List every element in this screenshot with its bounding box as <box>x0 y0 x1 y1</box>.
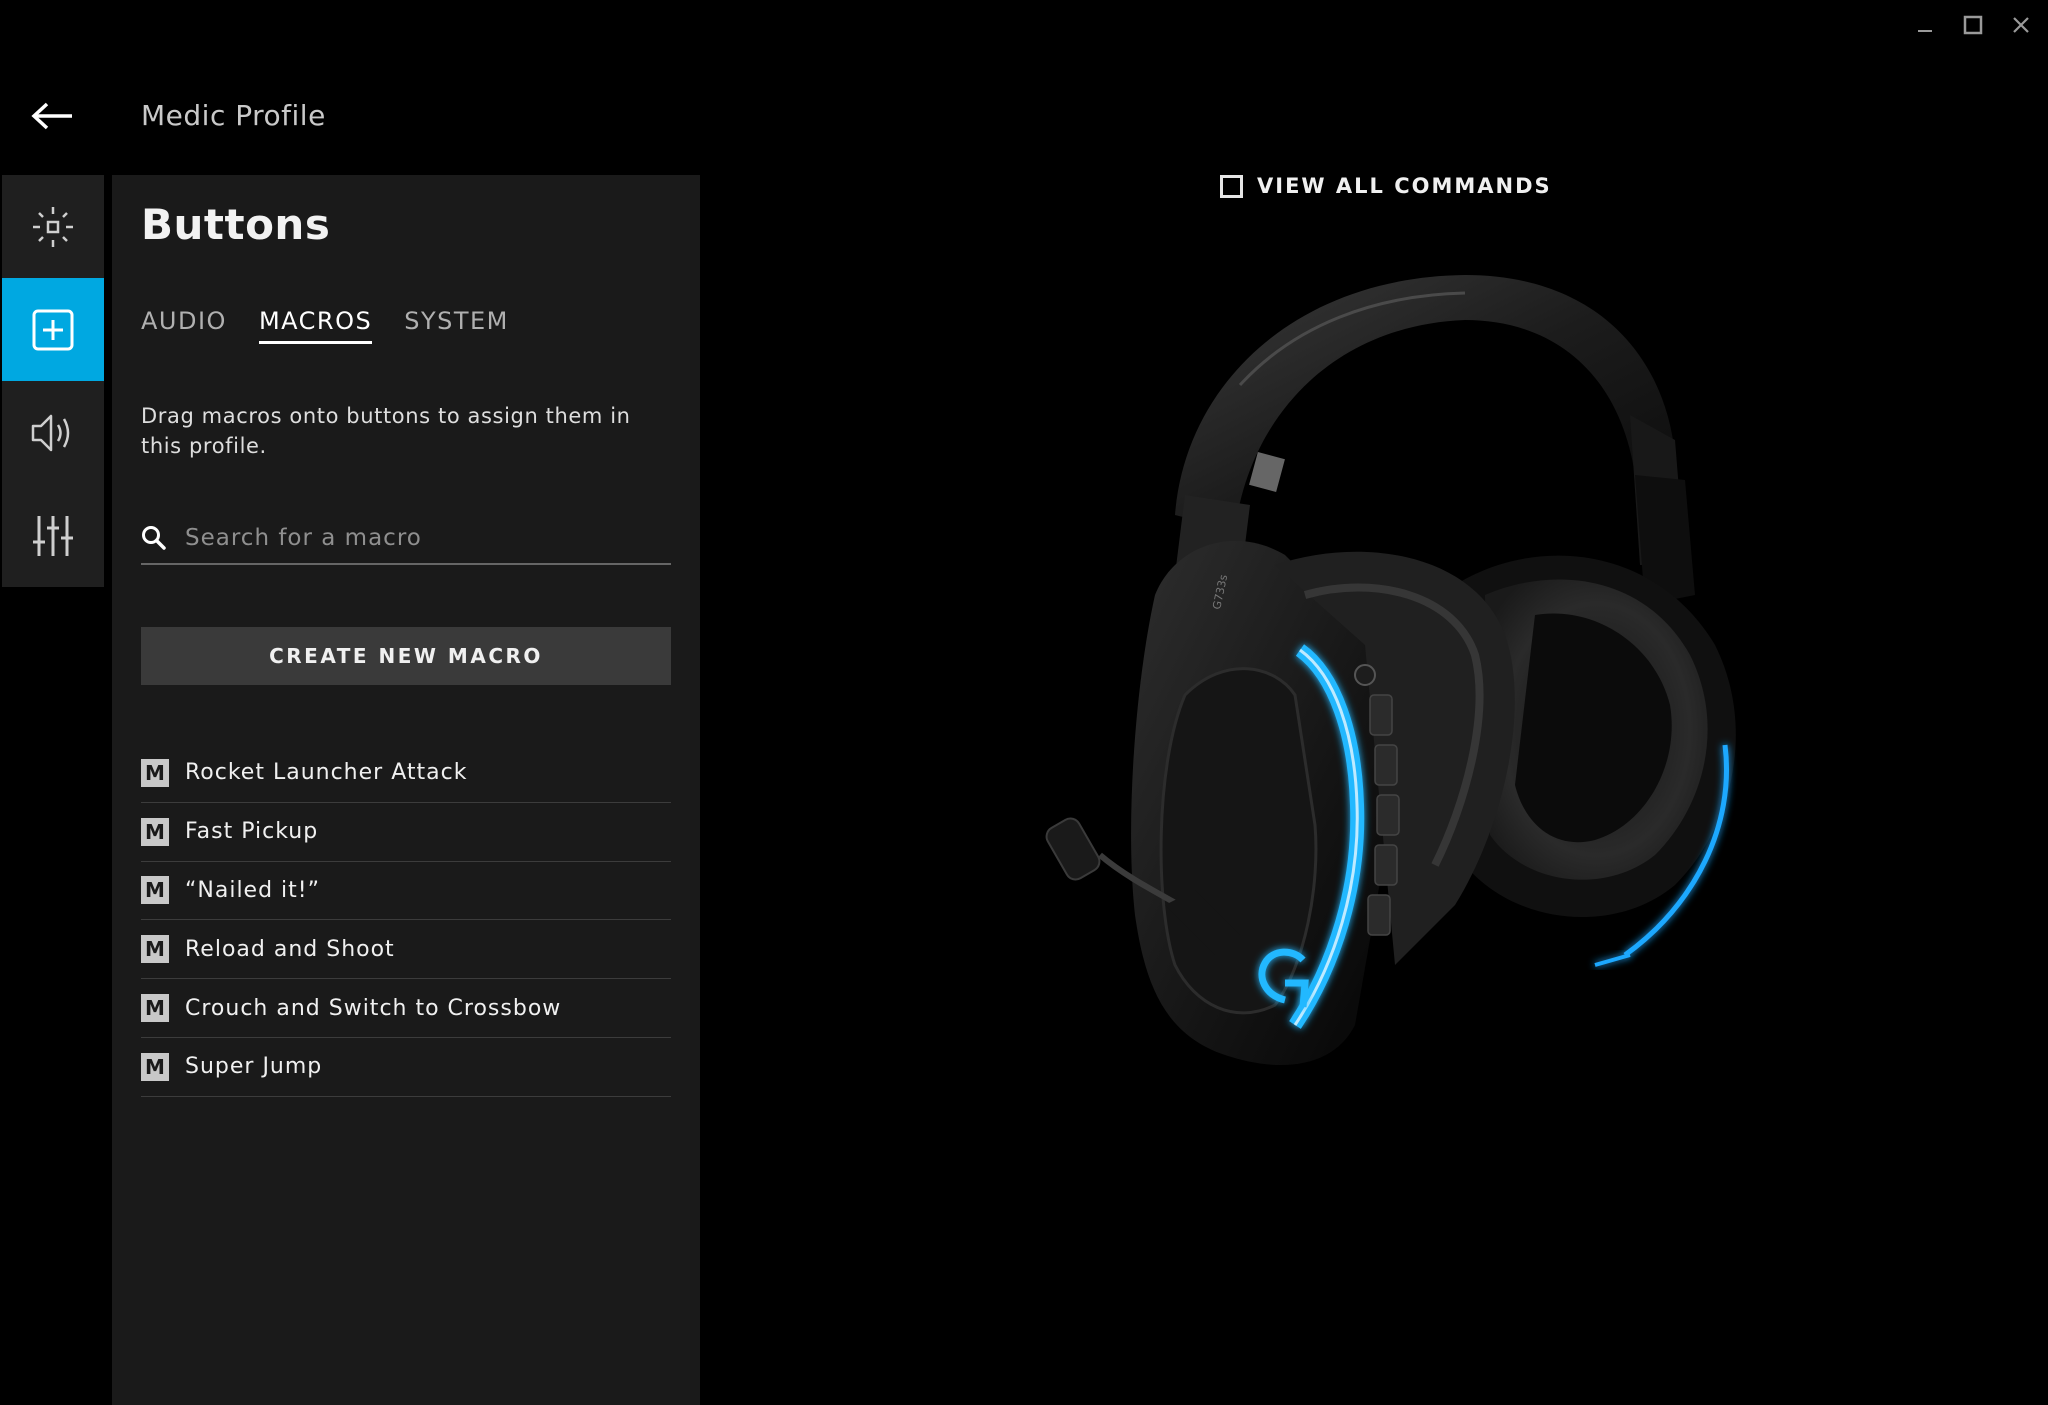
tab-system[interactable]: SYSTEM <box>404 307 509 344</box>
macro-label: Rocket Launcher Attack <box>185 760 468 786</box>
feature-rail <box>2 175 104 587</box>
macro-list: M Rocket Launcher Attack M Fast Pickup M… <box>141 744 671 1097</box>
macro-label: Reload and Shoot <box>185 936 395 962</box>
macro-item[interactable]: M “Nailed it!” <box>141 862 671 921</box>
profile-title: Medic Profile <box>141 99 326 132</box>
tab-macros[interactable]: MACROS <box>258 307 373 344</box>
window-controls <box>1908 8 2038 42</box>
macro-label: Super Jump <box>185 1054 323 1080</box>
speaker-icon <box>31 414 70 451</box>
macro-item[interactable]: M Fast Pickup <box>141 803 671 862</box>
rail-item-equalizer[interactable] <box>2 484 104 587</box>
lighting-sun-icon <box>33 206 73 247</box>
macro-item[interactable]: M Crouch and Switch to Crossbow <box>141 979 671 1038</box>
macro-badge: M <box>141 1052 169 1081</box>
macro-item[interactable]: M Reload and Shoot <box>141 920 671 980</box>
view-all-label: VIEW ALL COMMANDS <box>1257 174 1552 198</box>
macro-item[interactable]: M Rocket Launcher Attack <box>141 744 671 803</box>
plus-square-icon <box>32 309 74 350</box>
rail-item-audio[interactable] <box>2 381 104 484</box>
headset-image: G733s <box>1045 275 1736 1065</box>
back-button[interactable] <box>28 96 76 136</box>
view-all-commands-toggle[interactable]: VIEW ALL COMMANDS <box>1220 174 1552 198</box>
view-all-checkbox[interactable] <box>1220 174 1243 198</box>
maximize-icon[interactable] <box>1956 8 1990 42</box>
create-new-macro-button[interactable]: CREATE NEW MACRO <box>141 627 671 685</box>
macro-label: Crouch and Switch to Crossbow <box>185 995 562 1021</box>
tab-audio[interactable]: AUDIO <box>141 307 227 344</box>
panel-title: Buttons <box>141 200 331 249</box>
macro-badge: M <box>141 758 169 787</box>
panel-description: Drag macros onto buttons to assign them … <box>141 404 631 458</box>
macro-label: Fast Pickup <box>185 819 319 845</box>
rail-item-buttons[interactable] <box>2 278 104 381</box>
rail-item-lighting[interactable] <box>2 175 104 278</box>
search-icon <box>142 526 166 550</box>
equalizer-sliders-icon <box>33 515 73 556</box>
arrow-left-icon <box>31 102 72 130</box>
macro-search <box>141 513 671 565</box>
macro-badge: M <box>141 935 169 964</box>
close-icon[interactable] <box>2004 8 2038 42</box>
search-input[interactable] <box>183 524 653 552</box>
macro-label: “Nailed it!” <box>185 877 321 903</box>
macro-badge: M <box>141 876 169 905</box>
panel-tabs: AUDIO MACROS SYSTEM <box>141 307 509 344</box>
app-window: Medic Profile Buttons AUDIO MACROS SYSTE… <box>0 0 2048 1405</box>
macro-badge: M <box>141 817 169 846</box>
macro-item[interactable]: M Super Jump <box>141 1038 671 1097</box>
macro-badge: M <box>141 994 169 1023</box>
minimize-icon[interactable] <box>1908 8 1942 42</box>
